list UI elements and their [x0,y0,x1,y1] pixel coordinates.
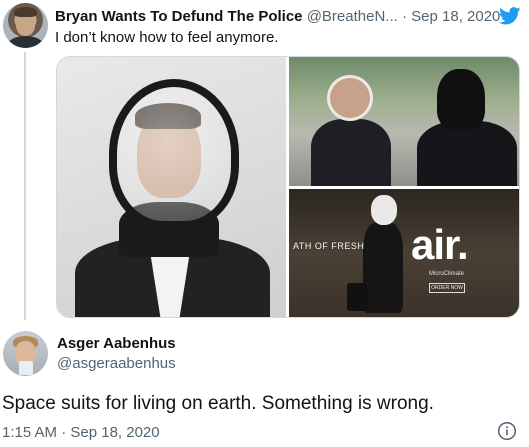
tweet-header: Bryan Wants To Defund The Police @Breath… [55,7,525,27]
thread-line [24,52,26,320]
photo-air-promo[interactable]: ATH OF FRESH air. MicroClimate ORDER NOW [289,189,519,317]
tweet-text: I don’t know how to feel anymore. [55,29,279,46]
separator-dot: · [401,8,407,25]
tweet-text: Space suits for living on earth. Somethi… [2,393,434,414]
author-handle[interactable]: @BreatheN... [307,8,398,25]
order-now-label: ORDER NOW [429,283,465,293]
avatar[interactable] [3,331,48,376]
avatar[interactable] [3,3,48,48]
promo-tagline: ATH OF FRESH [293,241,365,251]
tweet-date[interactable]: Sep 18, 2020 [411,8,500,25]
twitter-bird-icon[interactable] [499,7,521,25]
quoted-tweet[interactable]: Bryan Wants To Defund The Police @Breath… [0,0,529,320]
photo-two-men-talking[interactable] [289,57,519,186]
air-brand-logo: air. [411,221,469,268]
media-grid: ATH OF FRESH air. MicroClimate ORDER NOW [56,56,520,318]
author-handle[interactable]: @asgeraabenhus [57,354,176,374]
tweet-timestamp[interactable]: 1:15 AM · Sep 18, 2020 [2,423,160,443]
air-brand-sub: MicroClimate [429,271,465,277]
author-name[interactable]: Bryan Wants To Defund The Police [55,8,303,25]
photo-helmet-portrait[interactable] [57,57,286,317]
author-name[interactable]: Asger Aabenhus [57,334,176,354]
info-icon[interactable] [497,421,517,441]
